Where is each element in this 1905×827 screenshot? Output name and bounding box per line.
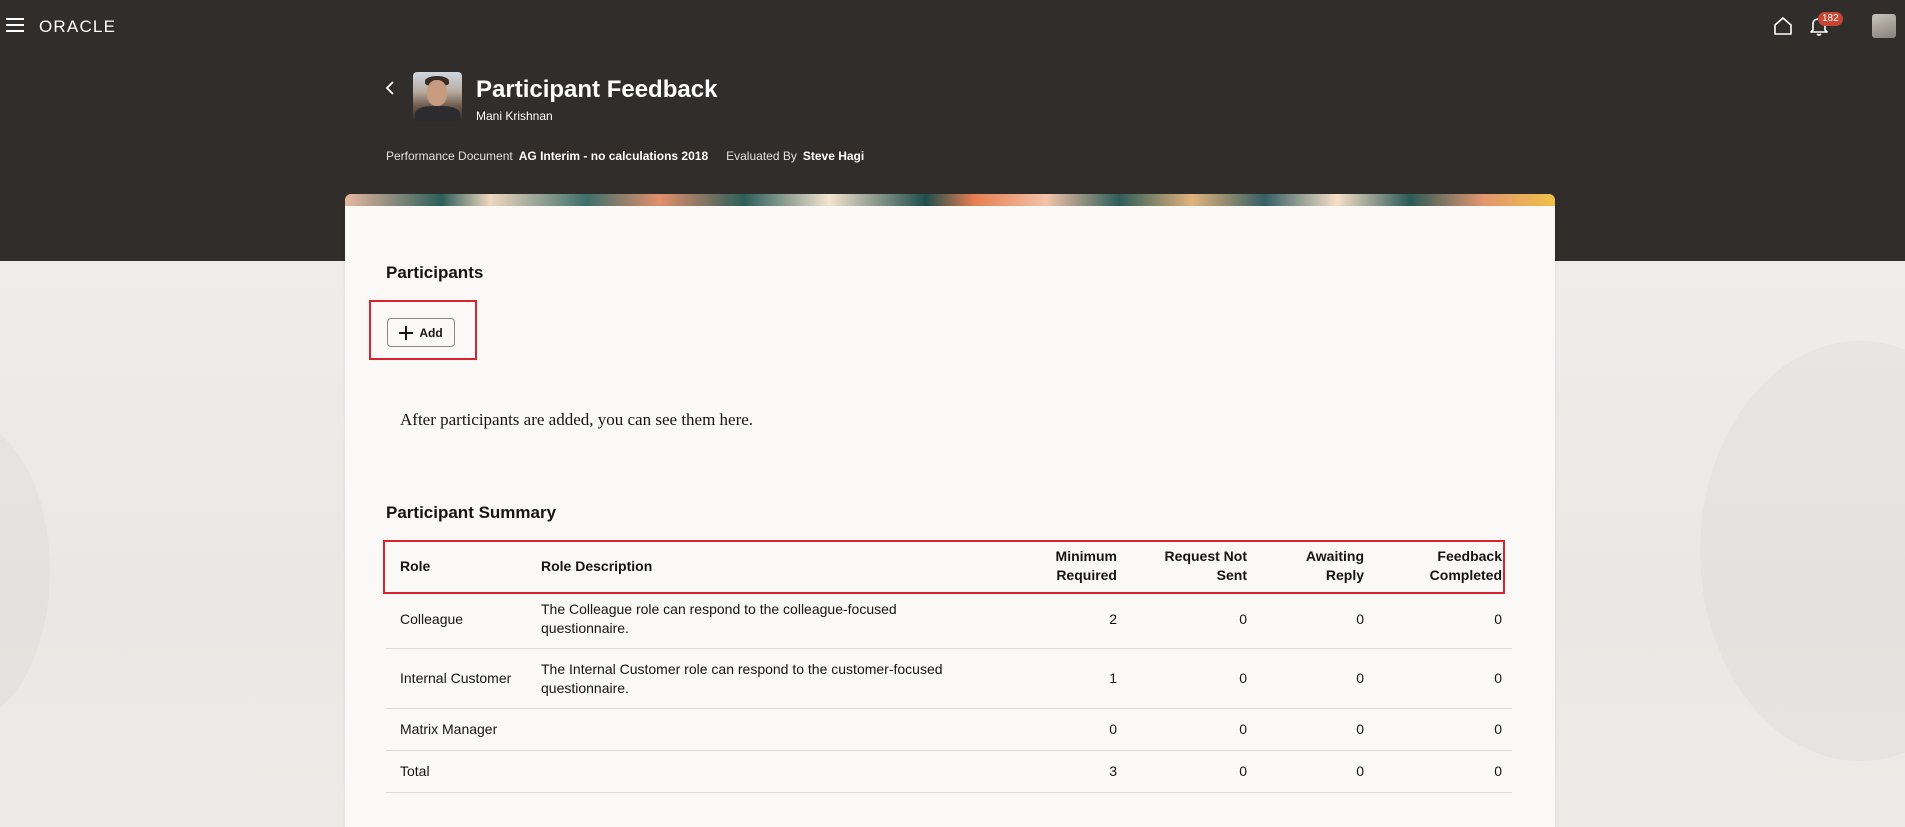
add-participant-button[interactable]: Add xyxy=(387,318,455,347)
table-header-row: Role Role Description Minimum Required Re… xyxy=(386,542,1512,590)
table-row: Matrix Manager 0 0 0 0 xyxy=(386,708,1512,751)
feedback-completed-cell: 0 xyxy=(1374,648,1512,709)
plus-icon xyxy=(399,325,414,340)
participant-summary-heading: Participant Summary xyxy=(386,503,557,522)
column-header-awaiting-reply[interactable]: Awaiting Reply xyxy=(1257,542,1374,590)
person-photo xyxy=(413,72,462,121)
menu-icon[interactable] xyxy=(6,18,24,34)
column-header-request-not-sent[interactable]: Request Not Sent xyxy=(1127,542,1257,590)
minimum-required-cell: 3 xyxy=(987,750,1127,793)
table-row: Colleague The Colleague role can respond… xyxy=(386,590,1512,649)
request-not-sent-cell: 0 xyxy=(1127,708,1257,751)
role-cell: Internal Customer xyxy=(386,648,527,709)
awaiting-reply-cell: 0 xyxy=(1257,750,1374,793)
minimum-required-cell: 2 xyxy=(987,590,1127,649)
awaiting-reply-cell: 0 xyxy=(1257,590,1374,649)
back-chevron-icon[interactable] xyxy=(384,80,398,96)
role-cell: Matrix Manager xyxy=(386,708,527,751)
page-title: Participant Feedback xyxy=(476,76,718,103)
table-row: Internal Customer The Internal Customer … xyxy=(386,648,1512,709)
evaluated-by-label: Evaluated By xyxy=(726,149,797,163)
home-icon[interactable] xyxy=(1773,16,1793,36)
document-meta: Performance Document AG Interim - no calc… xyxy=(386,149,864,163)
column-header-feedback-completed[interactable]: Feedback Completed xyxy=(1374,542,1512,590)
oracle-logo: ORACLE xyxy=(39,17,117,36)
user-avatar[interactable] xyxy=(1872,14,1896,38)
column-header-minimum-required[interactable]: Minimum Required xyxy=(987,542,1127,590)
feedback-completed-cell: 0 xyxy=(1374,708,1512,751)
performance-document-label: Performance Document xyxy=(386,149,513,163)
empty-participants-message: After participants are added, you can se… xyxy=(400,410,754,429)
participants-heading: Participants xyxy=(386,263,484,282)
add-button-label: Add xyxy=(419,325,443,340)
feedback-completed-cell: 0 xyxy=(1374,590,1512,649)
participant-summary-table: Role Role Description Minimum Required Re… xyxy=(386,542,1512,793)
minimum-required-cell: 0 xyxy=(987,708,1127,751)
column-header-role[interactable]: Role xyxy=(386,542,527,590)
request-not-sent-cell: 0 xyxy=(1127,648,1257,709)
decorative-banner xyxy=(345,194,1555,206)
role-description-cell: The Colleague role can respond to the co… xyxy=(527,590,987,649)
request-not-sent-cell: 0 xyxy=(1127,750,1257,793)
role-cell: Colleague xyxy=(386,590,527,649)
awaiting-reply-cell: 0 xyxy=(1257,648,1374,709)
table-total-row: Total 3 0 0 0 xyxy=(386,750,1512,793)
awaiting-reply-cell: 0 xyxy=(1257,708,1374,751)
role-cell: Total xyxy=(386,750,527,793)
performance-document-value: AG Interim - no calculations 2018 xyxy=(518,149,709,163)
role-description-cell: The Internal Customer role can respond t… xyxy=(527,648,987,709)
request-not-sent-cell: 0 xyxy=(1127,590,1257,649)
person-name: Mani Krishnan xyxy=(476,109,553,123)
notification-badge: 182 xyxy=(1818,12,1843,26)
role-description-cell xyxy=(527,750,987,793)
feedback-completed-cell: 0 xyxy=(1374,750,1512,793)
minimum-required-cell: 1 xyxy=(987,648,1127,709)
column-header-role-description[interactable]: Role Description xyxy=(527,542,987,590)
evaluated-by-value: Steve Hagi xyxy=(802,149,865,163)
role-description-cell xyxy=(527,708,987,751)
